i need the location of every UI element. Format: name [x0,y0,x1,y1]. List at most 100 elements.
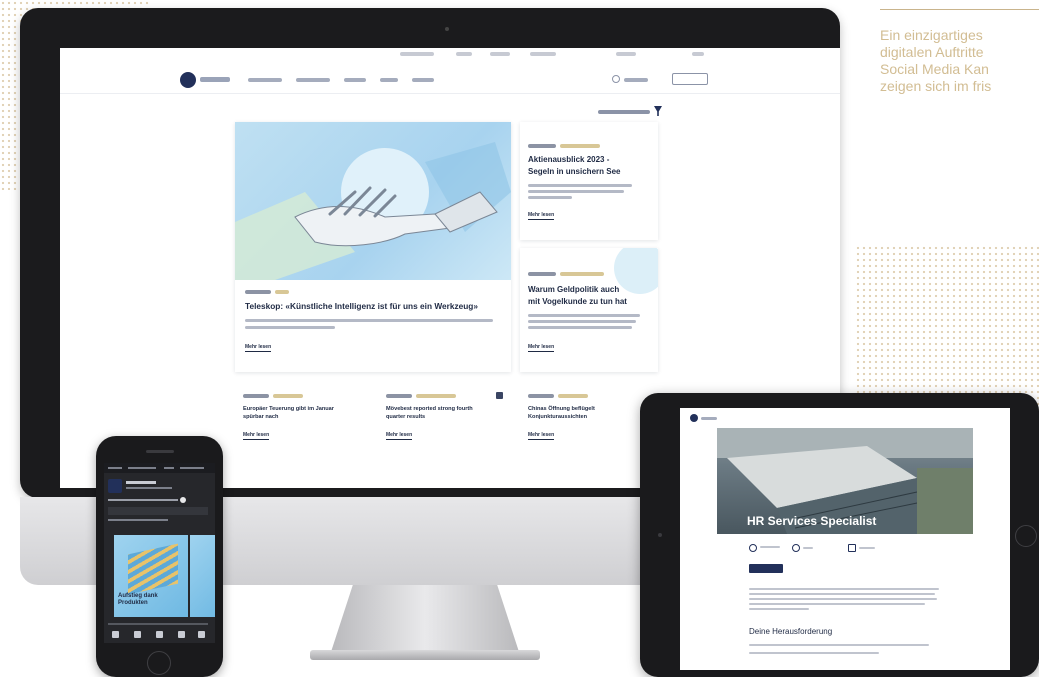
article-headline-line[interactable]: Aktienausblick 2023 - [528,154,609,165]
post-divider [108,623,208,625]
briefcase-icon [848,544,856,552]
meta-bar-item[interactable] [530,52,556,56]
brand-logo-icon[interactable] [180,72,196,88]
nav-item[interactable] [412,78,434,82]
article-headline-line[interactable]: Konjunkturaussichten [528,413,587,421]
article-card-china[interactable]: Chinas Öffnung beflügelt Konjunkturaussi… [520,388,650,458]
article-date [528,144,556,148]
job-description-line [749,588,939,590]
job-description-line [749,593,935,595]
requirement-line [749,644,929,646]
article-category [273,394,303,398]
read-more-link[interactable]: Mehr lesen [528,212,555,220]
article-headline-line[interactable]: Europäer Teuerung gibt im Januar [243,405,334,413]
nav-item[interactable] [248,78,282,82]
phone-home-button[interactable] [147,651,171,675]
article-category [558,394,588,398]
article-date [245,290,271,294]
language-switch[interactable] [692,52,704,56]
company-name [126,481,156,484]
teaser-text-line [528,320,636,323]
article-card-stock-outlook[interactable]: Aktienausblick 2023 - Segeln in unsicher… [520,122,658,240]
apply-button[interactable] [749,564,783,573]
requirement-line [749,652,879,654]
dotted-pattern-right [855,245,1039,415]
more-icon[interactable] [198,631,205,638]
brand-logo-icon[interactable] [690,414,698,422]
send-icon[interactable] [178,631,185,638]
like-icon[interactable] [112,631,119,638]
meta-bar-item[interactable] [456,52,472,56]
brand-wordmark [200,77,230,82]
login-button[interactable] [672,73,708,85]
read-more-link[interactable]: Mehr lesen [245,344,272,352]
bookmark-icon[interactable] [496,392,503,399]
emoji-icon [180,497,186,503]
article-date [386,394,412,398]
app-tab[interactable] [108,467,122,469]
extended-filter-label[interactable] [598,110,650,114]
tablet-job-page: HR Services Specialist Deine Herausforde… [680,408,1010,670]
meta-bar [60,48,840,62]
tagline-line: Social Media Kan [880,61,989,77]
phone-device: Aufstieg dank Produkten [96,436,223,677]
article-category [560,144,600,148]
job-title: HR Services Specialist [747,514,877,528]
imac-camera [445,27,449,31]
tablet-home-button[interactable] [1015,525,1037,547]
hero-image-robot-hand [235,122,511,280]
location-icon [749,544,757,552]
brand-wordmark [701,417,717,420]
article-headline-line[interactable]: Mövebest reported strong fourth [386,405,473,413]
comment-icon[interactable] [134,631,141,638]
tagline-line: digitalen Auftritte [880,44,984,60]
app-tab[interactable] [164,467,174,469]
search-icon[interactable] [612,75,620,83]
job-meta-line [859,547,875,549]
read-more-link[interactable]: Mehr lesen [243,432,270,440]
article-card-quarter-results[interactable]: Mövebest reported strong fourth quarter … [378,388,508,458]
read-more-link[interactable]: Mehr lesen [386,432,413,440]
read-more-link[interactable]: Mehr lesen [528,344,555,352]
article-headline-line[interactable]: quarter results [386,413,425,421]
article-category [275,290,289,294]
meta-bar-item[interactable] [400,52,434,56]
social-post-image[interactable]: Aufstieg dank Produkten [114,535,188,617]
post-caption-line: Aufstieg dank [118,593,158,599]
search-label[interactable] [624,78,648,82]
hero-article-card[interactable]: Teleskop: «Künstliche Intelligenz ist fü… [235,122,511,372]
article-headline-line[interactable]: Chinas Öffnung beflügelt [528,405,595,413]
app-tab[interactable] [180,467,204,469]
teaser-text-line [245,326,335,329]
post-text-line [108,519,168,521]
nav-item[interactable] [296,78,330,82]
nav-item[interactable] [344,78,366,82]
article-card-inflation[interactable]: Europäer Teuerung gibt im Januar spürbar… [235,388,365,458]
tagline-line: Ein einzigartiges [880,27,983,43]
tablet-camera [658,533,662,537]
teaser-text-line [528,196,572,199]
clock-icon [792,544,800,552]
article-headline-line[interactable]: mit Vogelkunde zu tun hat [528,296,627,307]
tagline-rule [880,9,1039,10]
article-headline-line[interactable]: Segeln in unsichern See [528,166,620,177]
meta-bar-item[interactable] [490,52,510,56]
meta-bar-item[interactable] [616,52,636,56]
tagline-line: zeigen sich im fris [880,78,992,94]
repost-icon[interactable] [156,631,163,638]
filter-icon[interactable] [654,106,662,116]
nav-item[interactable] [380,78,398,82]
article-headline-line[interactable]: Warum Geldpolitik auch [528,284,619,295]
hero-headline[interactable]: Teleskop: «Künstliche Intelligenz ist fü… [245,301,478,311]
article-card-monetary-policy[interactable]: Warum Geldpolitik auch mit Vogelkunde zu… [520,248,658,372]
teaser-text-line [528,190,624,193]
article-headline-line[interactable]: spürbar nach [243,413,278,421]
robot-hand-illustration [235,142,511,280]
stairs-illustration [128,543,178,595]
company-avatar[interactable] [108,479,122,493]
job-meta-line [760,546,780,548]
social-post-image-next[interactable] [190,535,215,617]
tablet-device: HR Services Specialist Deine Herausforde… [640,393,1039,677]
app-tab[interactable] [128,467,156,469]
read-more-link[interactable]: Mehr lesen [528,432,555,440]
